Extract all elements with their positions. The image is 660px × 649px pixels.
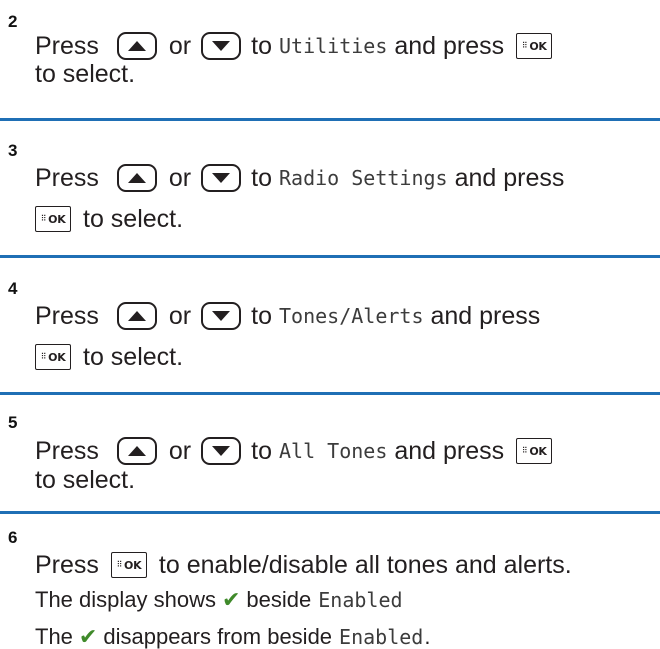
step-number: 5 — [8, 413, 18, 432]
ok-key-icon: ⠿ OK — [516, 438, 553, 464]
press-text: Press — [35, 550, 99, 579]
press-text: Press — [35, 31, 99, 60]
result-text: The display shows — [35, 587, 216, 612]
step-number: 6 — [8, 528, 18, 547]
menu-item: Tones/Alerts — [279, 304, 424, 328]
to-text: to — [251, 163, 272, 192]
up-arrow-icon — [116, 302, 157, 330]
and-press-text: and press — [430, 301, 541, 330]
and-press-text: and press — [454, 163, 565, 192]
to-text: to — [251, 31, 272, 60]
select-line: to select. — [35, 468, 135, 493]
ok-key-icon: ⠿ OK — [35, 206, 71, 232]
select-line: ⠿ OK to select. — [35, 344, 183, 370]
up-arrow-icon — [116, 164, 157, 192]
enabled-value: Enabled — [339, 625, 424, 649]
select-text: to select. — [35, 466, 136, 494]
ok-key-icon: ⠿ OK — [110, 552, 147, 578]
select-line: to select. — [35, 62, 135, 87]
select-text: to select. — [83, 204, 184, 233]
divider — [0, 511, 660, 514]
result-line-2: The ✔ disappears from beside Enabled . — [35, 626, 430, 648]
checkmark-icon: ✔ — [221, 587, 241, 612]
disappears-text: disappears from beside — [103, 624, 333, 649]
beside-text: beside — [246, 587, 312, 612]
or-text: or — [168, 31, 192, 60]
ok-key-icon: ⠿ OK — [35, 344, 71, 370]
step-line: Press or to Radio Settings and press — [35, 164, 564, 192]
down-arrow-icon — [201, 32, 242, 60]
step-line: Press or to Tones/Alerts and press — [35, 302, 540, 330]
to-text: to — [251, 301, 272, 330]
menu-item: All Tones — [279, 439, 388, 463]
up-arrow-icon — [116, 32, 157, 60]
menu-item: Radio Settings — [279, 166, 448, 190]
and-press-text: and press — [394, 31, 505, 60]
select-text: to select. — [83, 342, 184, 371]
menu-item: Utilities — [279, 34, 388, 58]
or-text: or — [168, 301, 192, 330]
and-press-text: and press — [394, 436, 505, 465]
press-text: Press — [35, 436, 99, 465]
down-arrow-icon — [201, 164, 242, 192]
divider — [0, 118, 660, 121]
to-text: to — [251, 436, 272, 465]
press-text: Press — [35, 301, 99, 330]
divider — [0, 392, 660, 395]
enabled-value: Enabled — [318, 588, 403, 612]
step-line: Press or to Utilities and press ⠿ OK — [35, 31, 553, 60]
or-text: or — [168, 163, 192, 192]
down-arrow-icon — [201, 302, 242, 330]
up-arrow-icon — [116, 437, 157, 465]
divider — [0, 255, 660, 258]
step-number: 4 — [8, 279, 18, 298]
select-line: ⠿ OK to select. — [35, 206, 183, 232]
period: . — [424, 624, 431, 649]
press-text: Press — [35, 163, 99, 192]
ok-key-icon: ⠿ OK — [516, 33, 553, 59]
result-line-1: The display shows ✔ beside Enabled — [35, 589, 404, 611]
instruction-page: 2 Press or to Utilities and press ⠿ OK to… — [0, 0, 660, 648]
step-number: 3 — [8, 141, 18, 160]
down-arrow-icon — [201, 437, 242, 465]
step-line: Press ⠿ OK to enable/disable all tones an… — [35, 552, 572, 578]
select-text: to select. — [35, 60, 136, 88]
checkmark-icon: ✔ — [78, 624, 98, 649]
action-text: to enable/disable all tones and alerts. — [158, 550, 572, 579]
step-line: Press or to All Tones and press ⠿ OK — [35, 436, 553, 465]
step-number: 2 — [8, 12, 18, 31]
or-text: or — [168, 436, 192, 465]
result-text: The — [35, 624, 73, 649]
